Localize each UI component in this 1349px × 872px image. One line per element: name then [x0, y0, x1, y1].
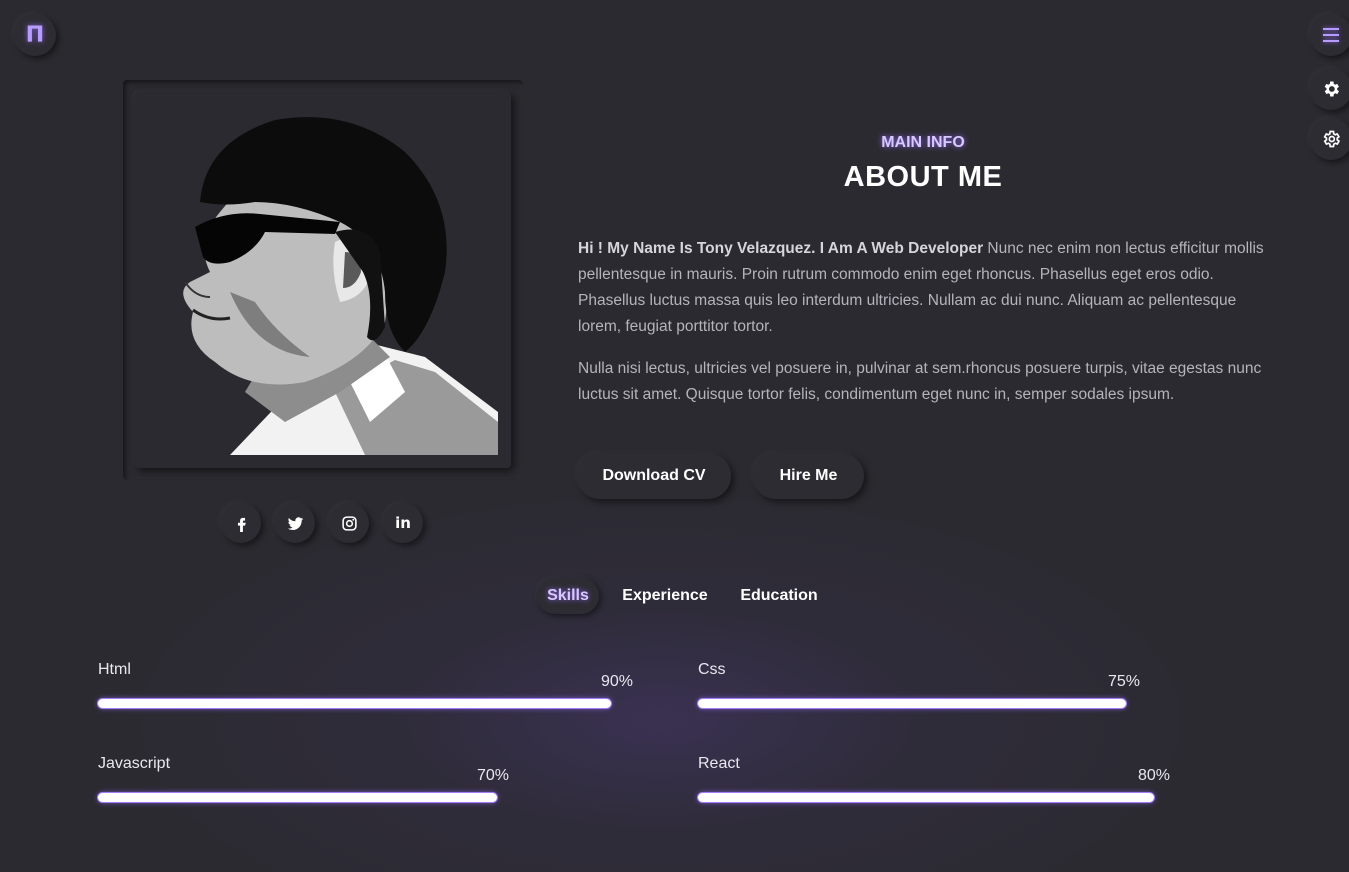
- logo-button[interactable]: Π: [14, 14, 56, 56]
- settings-icon: [1324, 81, 1339, 97]
- skill-progress-bar: [698, 699, 1126, 708]
- skill-progress-bar: [98, 793, 497, 802]
- facebook-button[interactable]: [221, 503, 261, 543]
- theme-settings-button[interactable]: [1310, 118, 1349, 160]
- gear-icon: [1323, 130, 1341, 148]
- skill-label: Javascript: [98, 755, 171, 772]
- profile-photo: [135, 92, 511, 468]
- profile-photo-frame: [123, 80, 523, 480]
- intro-paragraph: Hi ! My Name Is Tony Velazquez. I Am A W…: [578, 236, 1274, 340]
- skill-label: Css: [698, 661, 726, 678]
- skill-progress-bar: [698, 793, 1154, 802]
- menu-button[interactable]: [1310, 14, 1349, 56]
- intro-bold: Hi ! My Name Is Tony Velazquez. I Am A W…: [578, 240, 984, 257]
- page: Π in MAIN INFO ABOUT ME Hi ! My Name Is …: [0, 0, 1349, 872]
- instagram-button[interactable]: [329, 503, 369, 543]
- skill-percent: 70%: [476, 767, 509, 784]
- settings-button[interactable]: [1310, 68, 1349, 110]
- section-subtitle: MAIN INFO: [881, 134, 965, 151]
- menu-icon: [1323, 28, 1339, 42]
- skill-label: Html: [98, 661, 131, 678]
- portrait-image: [135, 92, 511, 468]
- hire-me-button[interactable]: Hire Me: [753, 453, 864, 499]
- facebook-icon: [237, 517, 246, 532]
- twitter-icon: [287, 516, 303, 530]
- tab-skills[interactable]: Skills: [537, 578, 599, 614]
- skill-percent: 80%: [1137, 767, 1170, 784]
- instagram-icon: [341, 515, 357, 531]
- skill-progress-bar: [98, 699, 611, 708]
- linkedin-icon: in: [395, 514, 411, 532]
- skill-label: React: [698, 755, 740, 772]
- second-paragraph: Nulla nisi lectus, ultricies vel posuere…: [578, 360, 1262, 403]
- skill-percent: 90%: [600, 673, 633, 690]
- linkedin-button[interactable]: in: [383, 503, 423, 543]
- twitter-button[interactable]: [275, 503, 315, 543]
- download-cv-button[interactable]: Download CV: [577, 453, 731, 499]
- skill-percent: 75%: [1107, 673, 1140, 690]
- tab-education[interactable]: Education: [731, 578, 827, 614]
- section-title: ABOUT ME: [843, 161, 1003, 193]
- tab-experience[interactable]: Experience: [613, 578, 717, 614]
- logo-icon: Π: [25, 22, 45, 48]
